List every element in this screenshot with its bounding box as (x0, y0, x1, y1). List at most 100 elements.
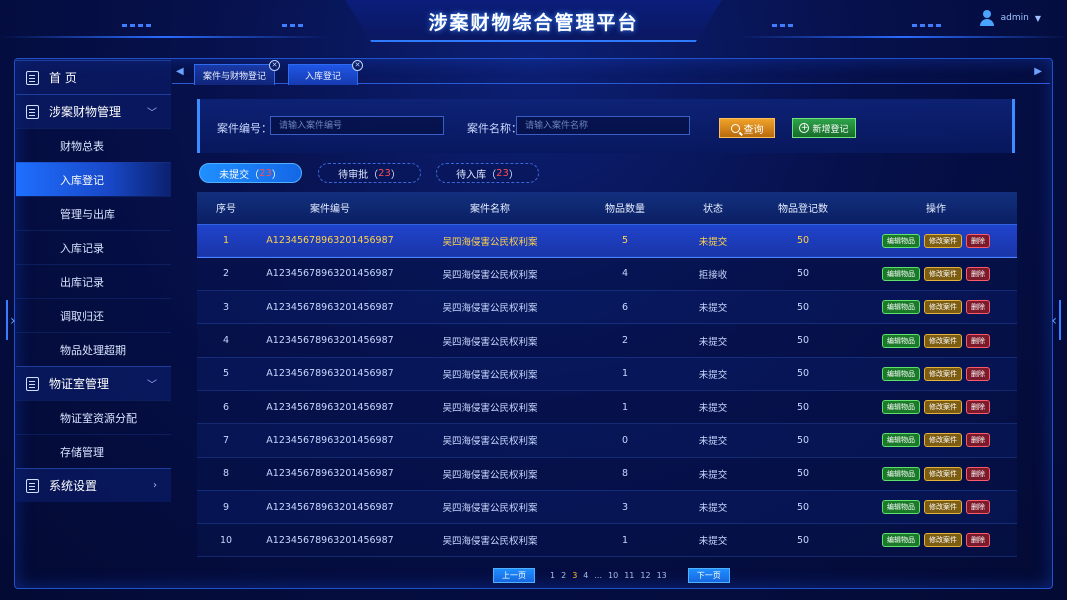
add-register-button[interactable]: + 新增登记 (792, 118, 856, 138)
registered-count: 50 (751, 457, 855, 491)
table-row[interactable]: 7 A12345678963201456987 吴四海侵害公民权利案 0 未提交 50 编辑… (197, 423, 1017, 458)
delete-button[interactable]: 删除 (966, 300, 990, 315)
edit-items-button[interactable]: 编辑物品 (882, 366, 920, 381)
document-icon (26, 478, 39, 493)
delete-button[interactable]: 删除 (966, 500, 990, 515)
edit-items-button[interactable]: 编辑物品 (882, 333, 920, 348)
modify-case-button[interactable]: 修改案件 (924, 400, 962, 415)
edit-items-button[interactable]: 编辑物品 (882, 500, 920, 515)
sidebar-item-manage-outbound[interactable]: 管理与出库 (16, 196, 171, 230)
delete-button[interactable]: 删除 (966, 266, 990, 281)
user-menu[interactable]: admin ▼ (979, 10, 1041, 26)
edit-items-button[interactable]: 编辑物品 (882, 466, 920, 481)
sidebar-group-evidence-room[interactable]: 物证室管理 ﹀ (16, 366, 171, 400)
add-button-label: 新增登记 (812, 124, 849, 135)
delete-button[interactable]: 删除 (966, 466, 990, 481)
delete-button[interactable]: 删除 (966, 366, 990, 381)
table-row[interactable]: 3 A12345678963201456987 吴四海侵害公民权利案 6 未提交 50 编辑… (197, 290, 1017, 325)
delete-button[interactable]: 删除 (966, 533, 990, 548)
table-row[interactable]: 1 A12345678963201456987 吴四海侵害公民权利案 5 未提交 50 编辑… (197, 223, 1017, 258)
sidebar-item-storage-register[interactable]: 入库登记 (16, 162, 171, 196)
chevron-right-icon: › (153, 480, 157, 491)
table-row[interactable]: 6 A12345678963201456987 吴四海侵害公民权利案 1 未提交 50 编辑… (197, 390, 1017, 425)
page-number-current[interactable]: 3 (572, 571, 577, 580)
next-page-button[interactable]: 下一页 (687, 567, 730, 583)
status-tab-count: 23 (496, 167, 509, 179)
modify-case-button[interactable]: 修改案件 (924, 266, 962, 281)
status-tab-pending-storage[interactable]: 待入库（23） (436, 163, 539, 183)
sidebar-item-overdue[interactable]: 物品处理超期 (16, 332, 171, 366)
sidebar-item-property-list[interactable]: 财物总表 (16, 128, 171, 162)
tab-case-property[interactable]: 案件与财物登记 ✕ (194, 60, 281, 85)
registered-count: 50 (751, 423, 855, 458)
delete-button[interactable]: 删除 (966, 433, 990, 448)
sidebar-group-settings[interactable]: 系统设置 › (16, 468, 171, 502)
sidebar-group-property[interactable]: 涉案财物管理 ﹀ (16, 94, 171, 128)
table-row[interactable]: 9 A12345678963201456987 吴四海侵害公民权利案 3 未提交 50 编辑… (197, 490, 1017, 525)
modify-case-button[interactable]: 修改案件 (924, 500, 962, 515)
user-avatar-icon (979, 10, 995, 26)
query-button-label: 查询 (743, 124, 764, 136)
sidebar-item-outbound-records[interactable]: 出库记录 (16, 264, 171, 298)
case-name: 吴四海侵害公民权利案 (405, 290, 575, 325)
page-number[interactable]: 10 (608, 571, 618, 580)
sidebar-item-storage-management[interactable]: 存储管理 (16, 434, 171, 468)
prev-page-button[interactable]: 上一页 (493, 567, 535, 583)
modify-case-button[interactable]: 修改案件 (924, 233, 962, 248)
edit-items-button[interactable]: 编辑物品 (882, 266, 920, 281)
registered-count: 50 (751, 223, 855, 258)
table-row[interactable]: 2 A12345678963201456987 吴四海侵害公民权利案 4 拒接收 50 编辑… (197, 257, 1017, 292)
modify-case-button[interactable]: 修改案件 (924, 533, 962, 548)
edit-items-button[interactable]: 编辑物品 (882, 300, 920, 315)
tab-scroll-right-icon[interactable]: ▶ (1034, 66, 1042, 77)
page-number[interactable]: 11 (624, 571, 634, 580)
page-number[interactable]: 4 (583, 571, 588, 580)
status-tab-unsubmitted[interactable]: 未提交（23） (199, 163, 302, 183)
sidebar-group-home[interactable]: 首 页 (16, 60, 171, 94)
page-number[interactable]: 13 (657, 571, 667, 580)
edit-items-button[interactable]: 编辑物品 (882, 533, 920, 548)
case-name: 吴四海侵害公民权利案 (405, 390, 575, 425)
modify-case-button[interactable]: 修改案件 (924, 466, 962, 481)
delete-button[interactable]: 删除 (966, 400, 990, 415)
delete-button[interactable]: 删除 (966, 333, 990, 348)
page-number[interactable]: 1 (550, 571, 555, 580)
row-index: 4 (197, 323, 255, 358)
table-row[interactable]: 4 A12345678963201456987 吴四海侵害公民权利案 2 未提交 50 编辑… (197, 323, 1017, 358)
tab-storage-register[interactable]: 入库登记 ✕ (288, 60, 364, 85)
page-number[interactable]: 2 (561, 571, 566, 580)
status-tab-pending-approval[interactable]: 待审批（23） (318, 163, 421, 183)
query-button[interactable]: 查询 (719, 118, 775, 138)
page-number[interactable]: 12 (640, 571, 650, 580)
modify-case-button[interactable]: 修改案件 (924, 300, 962, 315)
delete-button[interactable]: 删除 (966, 233, 990, 248)
case-name-input[interactable] (516, 116, 690, 135)
search-panel: 案件编号： 案件名称： 查询 + 新增登记 (197, 99, 1015, 153)
status: 未提交 (675, 357, 751, 391)
tab-scroll-left-icon[interactable]: ◀ (176, 66, 184, 77)
table-row[interactable]: 5 A12345678963201456987 吴四海侵害公民权利案 1 未提交 50 编辑… (197, 357, 1017, 391)
modify-case-button[interactable]: 修改案件 (924, 366, 962, 381)
close-icon[interactable]: ✕ (352, 60, 364, 71)
column-header: 物品数量 (575, 192, 675, 225)
sidebar-item-resource-allocation[interactable]: 物证室资源分配 (16, 400, 171, 434)
registered-count: 50 (751, 323, 855, 358)
close-icon[interactable]: ✕ (269, 60, 281, 71)
table-row[interactable]: 8 A12345678963201456987 吴四海侵害公民权利案 8 未提交 50 编辑… (197, 457, 1017, 491)
chevron-down-icon: ﹀ (147, 380, 157, 391)
sidebar-item-storage-records[interactable]: 入库记录 (16, 230, 171, 264)
search-icon (730, 123, 740, 133)
registered-count: 50 (751, 357, 855, 391)
edit-items-button[interactable]: 编辑物品 (882, 433, 920, 448)
case-no-input[interactable] (270, 116, 444, 135)
sidebar-group-label: 物证室管理 (49, 377, 110, 391)
modify-case-button[interactable]: 修改案件 (924, 333, 962, 348)
edit-items-button[interactable]: 编辑物品 (882, 233, 920, 248)
case-name: 吴四海侵害公民权利案 (405, 223, 575, 258)
edit-items-button[interactable]: 编辑物品 (882, 400, 920, 415)
sidebar-item-retrieve-return[interactable]: 调取归还 (16, 298, 171, 332)
item-count: 6 (575, 290, 675, 325)
actions-cell: 编辑物品 修改案件 删除 (855, 390, 1017, 425)
table-row[interactable]: 10 A12345678963201456987 吴四海侵害公民权利案 1 未提交 50 编… (197, 523, 1017, 558)
modify-case-button[interactable]: 修改案件 (924, 433, 962, 448)
